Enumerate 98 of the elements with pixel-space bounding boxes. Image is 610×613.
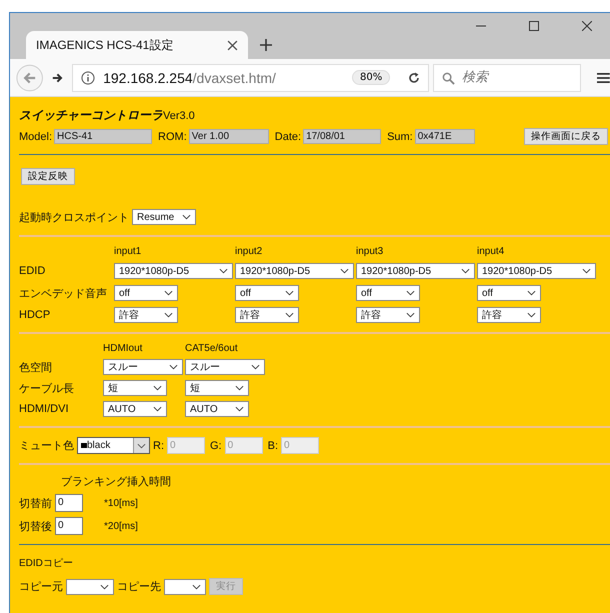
- apply-settings-button[interactable]: 設定反映: [21, 168, 75, 185]
- dropdown[interactable]: スルー: [103, 359, 183, 375]
- chevron-icon: [285, 312, 294, 318]
- back-icon[interactable]: [16, 62, 44, 92]
- column-header: input4: [477, 246, 506, 257]
- dropdown[interactable]: AUTO: [103, 401, 167, 417]
- field-label: コピー先: [117, 580, 161, 594]
- dropdown[interactable]: [164, 578, 206, 594]
- dropdown[interactable]: 1920*1080p-D5: [356, 263, 475, 279]
- close-icon[interactable]: [582, 21, 592, 31]
- tab-title: IMAGENICS HCS-41設定: [36, 36, 174, 54]
- row-label: EDID: [19, 265, 46, 277]
- field-label: Date:: [274, 130, 302, 142]
- chevron-icon: [137, 442, 146, 448]
- dropdown[interactable]: off: [477, 285, 541, 301]
- chevron-icon: [235, 406, 244, 412]
- dropdown[interactable]: 短: [103, 380, 167, 396]
- dropdown[interactable]: 許容: [235, 307, 299, 323]
- field-label: ROM:: [158, 130, 187, 142]
- chevron-icon: [285, 290, 294, 296]
- chevron-icon: [527, 312, 536, 318]
- info-icon[interactable]: [81, 70, 96, 84]
- unit-text: *10[ms]: [104, 498, 138, 508]
- row-label: HDCP: [19, 309, 52, 321]
- dropdown[interactable]: AUTO: [185, 401, 249, 417]
- dropdown[interactable]: 1920*1080p-D5: [114, 263, 233, 279]
- version-text: Ver3.0: [163, 110, 195, 122]
- field-label: 切替前: [19, 496, 52, 510]
- chevron-icon: [219, 268, 228, 274]
- chevron-icon: [406, 290, 415, 296]
- chevron-icon: [235, 385, 244, 391]
- dropdown[interactable]: 許容: [356, 307, 420, 323]
- input-field[interactable]: 0: [55, 517, 83, 535]
- chevron-icon: [527, 290, 536, 296]
- row-label: エンベデッド音声: [19, 286, 108, 300]
- input-field[interactable]: 0: [55, 494, 83, 512]
- dropdown[interactable]: Resume: [132, 209, 196, 225]
- column-header: input2: [235, 246, 264, 257]
- row-label: 色空間: [19, 360, 53, 374]
- field-label: Model:: [19, 130, 52, 142]
- dropdown[interactable]: off: [356, 285, 420, 301]
- section-title: EDIDコピー: [19, 557, 73, 570]
- chevron-icon: [192, 584, 201, 590]
- dropdown[interactable]: 許容: [114, 307, 178, 323]
- chevron-icon: [164, 312, 173, 318]
- field-label: 切替後: [19, 520, 52, 534]
- back-to-operation-button[interactable]: 操作画面に戻る: [524, 128, 608, 145]
- column-header: input1: [114, 246, 142, 257]
- column-header: CAT5e/6out: [185, 343, 239, 354]
- dropdown[interactable]: 短: [185, 380, 249, 396]
- chevron-icon: [406, 312, 415, 318]
- field-label: コピー元: [19, 580, 63, 594]
- dropdown[interactable]: 1920*1080p-D5: [477, 263, 596, 279]
- dropdown[interactable]: [66, 578, 114, 594]
- new-tab-icon[interactable]: [260, 39, 272, 51]
- dropdown[interactable]: off: [235, 285, 299, 301]
- readonly-field: HCS-41: [54, 129, 152, 144]
- field-label: 起動時クロスポイント: [19, 210, 129, 224]
- url-text: 192.168.2.254/dvaxset.htm/: [103, 70, 277, 86]
- chevron-icon: [100, 584, 109, 590]
- reload-icon[interactable]: [408, 72, 420, 84]
- section-title: ブランキング挿入時間: [61, 474, 172, 489]
- page-title: スイッチャーコントローラ: [19, 107, 163, 124]
- row-label: ケーブル長: [19, 382, 75, 396]
- readonly-field: 0x471E: [414, 129, 475, 144]
- dropdown[interactable]: スルー: [185, 359, 265, 375]
- swatch-icon: [81, 443, 87, 448]
- chevron-icon: [153, 385, 162, 391]
- address-bar[interactable]: 192.168.2.254/dvaxset.htm/ 80%: [72, 64, 430, 92]
- readonly-field: Ver 1.00: [188, 129, 269, 144]
- dropdown[interactable]: 1920*1080p-D5: [235, 263, 354, 279]
- browser-tab[interactable]: IMAGENICS HCS-41設定: [26, 31, 248, 59]
- readonly-field: 17/08/01: [303, 129, 382, 144]
- menu-icon[interactable]: [597, 72, 610, 84]
- field-label: R:: [153, 440, 164, 452]
- column-header: HDMIout: [103, 343, 144, 354]
- unit-text: *20[ms]: [104, 520, 138, 532]
- field-label: Sum:: [387, 130, 413, 142]
- chevron-icon: [340, 268, 349, 274]
- field-label: B:: [268, 440, 278, 452]
- field-label: ミュート色: [19, 439, 74, 453]
- zoom-badge[interactable]: 80%: [352, 70, 390, 85]
- maximize-icon[interactable]: [529, 21, 539, 31]
- chevron-icon: [461, 268, 470, 274]
- chevron-icon: [582, 268, 591, 274]
- chevron-icon: [251, 364, 260, 370]
- color-dropdown[interactable]: black: [77, 437, 150, 454]
- chevron-icon: [182, 214, 191, 220]
- chevron-icon: [153, 406, 162, 412]
- dropdown[interactable]: 許容: [477, 307, 541, 323]
- close-icon[interactable]: [227, 40, 238, 50]
- chevron-icon: [169, 364, 178, 370]
- row-label: HDMI/DVI: [19, 403, 70, 415]
- dropdown[interactable]: off: [114, 285, 178, 301]
- chevron-icon: [164, 290, 173, 296]
- column-header: input3: [356, 246, 384, 257]
- search-field[interactable]: 検索: [433, 64, 582, 92]
- field-label: G:: [210, 440, 222, 452]
